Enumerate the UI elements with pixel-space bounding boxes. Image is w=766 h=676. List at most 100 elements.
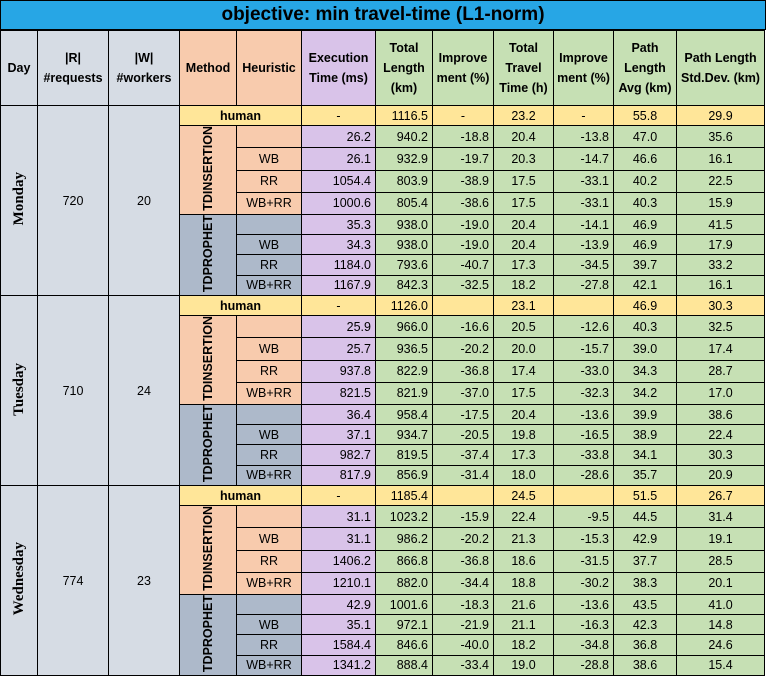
execution-time-cell: 26.2 xyxy=(301,125,376,149)
total-length-cell: 846.6 xyxy=(375,634,433,656)
execution-time-cell: 37.1 xyxy=(301,424,376,446)
improvement-time-cell: -12.6 xyxy=(553,315,614,339)
total-length-cell: 938.0 xyxy=(375,213,433,236)
path-length-std-cell: 31.4 xyxy=(676,505,765,529)
header-improvement-time: Improve ment (%) xyxy=(553,30,614,106)
travel-time-cell: 20.4 xyxy=(493,234,554,256)
travel-time-cell: 21.1 xyxy=(493,614,554,636)
improvement-time-cell: -13.6 xyxy=(553,403,614,426)
path-length-std-cell: 33.2 xyxy=(676,254,765,276)
improvement-length-cell xyxy=(432,485,494,507)
path-length-avg-cell: 46.6 xyxy=(613,147,677,171)
path-length-avg-cell: 40.3 xyxy=(613,191,677,215)
improvement-length-cell: - xyxy=(432,104,494,127)
total-length-cell: 940.2 xyxy=(375,125,433,149)
path-length-std-cell: 16.1 xyxy=(676,147,765,171)
execution-time-cell: 1210.1 xyxy=(301,571,376,595)
improvement-length-cell: -19.0 xyxy=(432,234,494,256)
method-label: TDINSERTION xyxy=(201,316,215,401)
method-label: TDPROPHET xyxy=(201,404,215,483)
path-length-avg-cell: 42.9 xyxy=(613,527,677,551)
improvement-length-cell: -33.4 xyxy=(432,654,494,676)
execution-time-cell: 1054.4 xyxy=(301,169,376,193)
path-length-std-cell: 15.4 xyxy=(676,654,765,676)
header-heuristic: Heuristic xyxy=(236,30,302,106)
heuristic-cell: WB xyxy=(236,234,302,256)
path-length-std-cell: 20.1 xyxy=(676,571,765,595)
method-cell: TDPROPHET xyxy=(179,593,237,676)
path-length-avg-cell: 39.7 xyxy=(613,254,677,276)
improvement-length-cell: -31.4 xyxy=(432,464,494,487)
travel-time-cell: 18.2 xyxy=(493,274,554,297)
improvement-time-cell: -33.1 xyxy=(553,191,614,215)
method-cell: TDINSERTION xyxy=(179,505,237,595)
human-label: human xyxy=(179,295,302,317)
header-total-travel-time: Total Travel Time (h) xyxy=(493,30,554,106)
path-length-std-cell: 30.3 xyxy=(676,295,765,317)
improvement-time-cell: -32.3 xyxy=(553,381,614,405)
path-length-avg-cell: 40.2 xyxy=(613,169,677,193)
path-length-avg-cell: 42.1 xyxy=(613,274,677,297)
method-cell: TDPROPHET xyxy=(179,213,237,297)
heuristic-cell xyxy=(236,213,302,236)
path-length-std-cell: 16.1 xyxy=(676,274,765,297)
travel-time-cell: 17.4 xyxy=(493,359,554,383)
execution-time-cell: - xyxy=(301,485,376,507)
travel-time-cell: 20.4 xyxy=(493,125,554,149)
heuristic-cell: WB xyxy=(236,337,302,361)
improvement-length-cell: -21.9 xyxy=(432,614,494,636)
path-length-avg-cell: 47.0 xyxy=(613,125,677,149)
total-length-cell: 866.8 xyxy=(375,549,433,573)
improvement-time-cell: -15.7 xyxy=(553,337,614,361)
day-cell: Tuesday xyxy=(0,295,38,487)
day-cell: Wednesday xyxy=(0,485,38,676)
travel-time-cell: 18.6 xyxy=(493,549,554,573)
total-length-cell: 966.0 xyxy=(375,315,433,339)
path-length-avg-cell: 34.2 xyxy=(613,381,677,405)
total-length-cell: 803.9 xyxy=(375,169,433,193)
heuristic-cell xyxy=(236,315,302,339)
day-cell: Monday xyxy=(0,104,38,297)
travel-time-cell: 19.0 xyxy=(493,654,554,676)
travel-time-cell: 17.5 xyxy=(493,169,554,193)
total-length-cell: 1126.0 xyxy=(375,295,433,317)
heuristic-cell: WB+RR xyxy=(236,571,302,595)
path-length-std-cell: 17.9 xyxy=(676,234,765,256)
path-length-avg-cell: 38.6 xyxy=(613,654,677,676)
total-length-cell: 819.5 xyxy=(375,444,433,466)
path-length-avg-cell: 51.5 xyxy=(613,485,677,507)
human-row: Wednesday 774 23 human -1185.4 24.5 51.5 26.7 xyxy=(0,485,765,676)
heuristic-cell: RR xyxy=(236,444,302,466)
improvement-time-cell: -13.6 xyxy=(553,593,614,616)
improvement-length-cell: -17.5 xyxy=(432,403,494,426)
requests-cell: 774 xyxy=(37,485,109,676)
improvement-length-cell: -18.3 xyxy=(432,593,494,616)
path-length-avg-cell: 43.5 xyxy=(613,593,677,616)
improvement-time-cell: -9.5 xyxy=(553,505,614,529)
path-length-std-cell: 22.5 xyxy=(676,169,765,193)
path-length-std-cell: 15.9 xyxy=(676,191,765,215)
improvement-length-cell: -37.0 xyxy=(432,381,494,405)
travel-time-cell: 20.4 xyxy=(493,403,554,426)
path-length-avg-cell: 36.8 xyxy=(613,634,677,656)
path-length-avg-cell: 55.8 xyxy=(613,104,677,127)
total-length-cell: 958.4 xyxy=(375,403,433,426)
total-length-cell: 986.2 xyxy=(375,527,433,551)
heuristic-cell: RR xyxy=(236,359,302,383)
total-length-cell: 882.0 xyxy=(375,571,433,595)
method-cell: TDINSERTION xyxy=(179,125,237,215)
heuristic-cell: WB xyxy=(236,147,302,171)
improvement-time-cell: -13.9 xyxy=(553,234,614,256)
improvement-length-cell: -20.2 xyxy=(432,527,494,551)
path-length-std-cell: 41.0 xyxy=(676,593,765,616)
travel-time-cell: 20.3 xyxy=(493,147,554,171)
heuristic-cell: WB+RR xyxy=(236,274,302,297)
execution-time-cell: 26.1 xyxy=(301,147,376,171)
travel-time-cell: 17.5 xyxy=(493,381,554,405)
human-label: human xyxy=(179,104,302,127)
human-label: human xyxy=(179,485,302,507)
improvement-time-cell xyxy=(553,295,614,317)
improvement-time-cell: -33.8 xyxy=(553,444,614,466)
improvement-length-cell: -40.7 xyxy=(432,254,494,276)
execution-time-cell: 982.7 xyxy=(301,444,376,466)
